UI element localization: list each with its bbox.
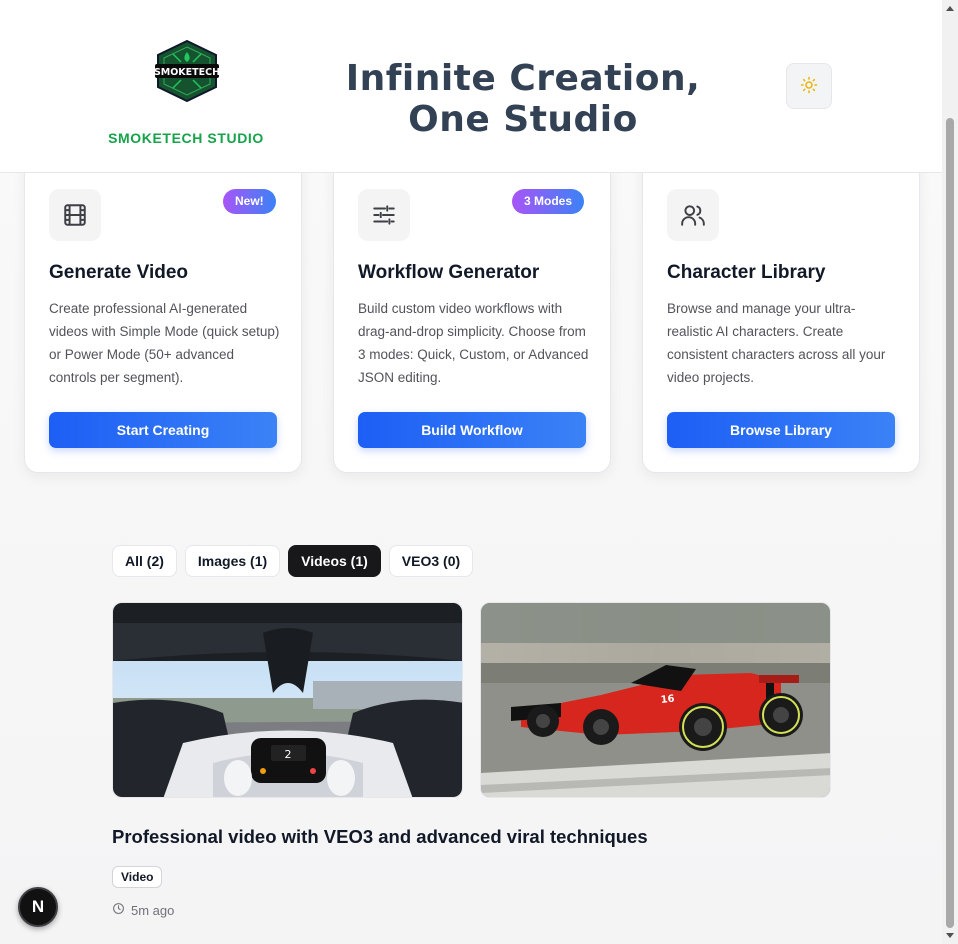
card-description: Create professional AI-generated videos …: [49, 301, 280, 385]
scroll-up-arrow-icon[interactable]: [946, 6, 954, 11]
card-character-library: Character Library Browse and manage your…: [642, 150, 920, 473]
filter-videos[interactable]: Videos (1): [288, 545, 381, 577]
modes-badge: 3 Modes: [512, 189, 585, 214]
page-title: Infinite Creation, One Studio: [345, 58, 701, 140]
logo-lettering: SMOKETECH: [154, 67, 220, 78]
card-description: Build custom video workflows with drag-a…: [358, 301, 589, 385]
cockpit-view-image[interactable]: 2: [112, 602, 463, 798]
filter-images[interactable]: Images (1): [184, 545, 281, 577]
card-workflow-generator: 3 Modes Workflow Generator Build custom …: [333, 150, 611, 473]
post-title: Professional video with VEO3 and advance…: [112, 826, 648, 847]
race-car-image[interactable]: 16: [480, 602, 831, 798]
page: SMOKETECH SMOKETECH STUDIO Infinite Crea…: [0, 0, 942, 944]
post-timestamp: 5m ago: [112, 902, 174, 918]
post-type-badge: Video: [112, 866, 163, 888]
start-creating-button[interactable]: Start Creating: [49, 412, 277, 448]
brand-name: SMOKETECH STUDIO: [108, 130, 264, 146]
sliders-icon: [358, 189, 410, 241]
card-description: Browse and manage your ultra-realistic A…: [667, 301, 886, 385]
new-badge: New!: [223, 189, 276, 214]
card-title: Workflow Generator: [358, 262, 540, 283]
sun-icon: [800, 76, 818, 97]
card-generate-video: New! Generate Video Create professional …: [24, 150, 302, 473]
filter-all[interactable]: All (2): [112, 545, 177, 577]
scroll-down-arrow-icon[interactable]: [946, 933, 954, 938]
clock-icon: [112, 902, 125, 918]
dev-tools-badge[interactable]: N: [18, 887, 58, 927]
svg-text:16: 16: [660, 694, 675, 706]
users-icon: [667, 189, 719, 241]
filter-veo3[interactable]: VEO3 (0): [388, 545, 474, 577]
card-title: Character Library: [667, 262, 826, 283]
svg-text:2: 2: [285, 748, 292, 761]
card-title: Generate Video: [49, 262, 189, 283]
post-time-text: 5m ago: [131, 902, 175, 918]
scrollbar[interactable]: [942, 0, 958, 944]
header: SMOKETECH SMOKETECH STUDIO Infinite Crea…: [0, 0, 942, 173]
build-workflow-button[interactable]: Build Workflow: [358, 412, 586, 448]
smoketech-logo[interactable]: SMOKETECH: [153, 39, 221, 103]
filter-tabs: All (2) Images (1) Videos (1) VEO3 (0): [112, 545, 474, 577]
theme-toggle-button[interactable]: [786, 63, 832, 109]
browse-library-button[interactable]: Browse Library: [667, 412, 895, 448]
scroll-thumb[interactable]: [946, 118, 954, 928]
film-icon: [49, 189, 101, 241]
